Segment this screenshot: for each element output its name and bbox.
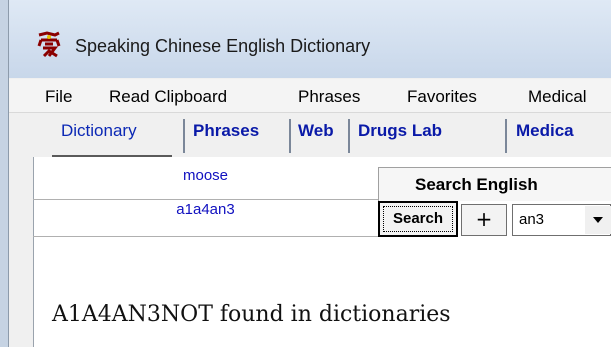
window-title: Speaking Chinese English Dictionary (75, 36, 371, 56)
tab-dictionary-label: Dictionary (61, 121, 137, 140)
search-english-button[interactable]: Search English (378, 167, 611, 201)
menu-medical[interactable]: Medical (528, 87, 587, 107)
tab-drugs-lab-label: Drugs Lab (358, 121, 443, 140)
tone-select-value: an3 (519, 211, 545, 228)
divider (33, 199, 378, 200)
menu-favorites[interactable]: Favorites (407, 87, 477, 107)
menu-file[interactable]: File (45, 87, 72, 107)
search-english-label: Search English (415, 175, 538, 194)
pinyin-input[interactable]: a1a4an3 (33, 201, 378, 231)
plus-icon: + (475, 207, 493, 231)
menu-phrases[interactable]: Phrases (298, 87, 360, 107)
add-tone-button[interactable]: + (461, 204, 507, 236)
tab-drugs-lab[interactable]: Drugs Lab (358, 121, 442, 151)
tab-web-label: Web (298, 121, 334, 140)
love-character-icon (37, 31, 61, 58)
word-input-value: moose (182, 167, 229, 184)
search-button[interactable]: Search (378, 201, 458, 237)
result-message: A1A4AN3NOT found in dictionaries (52, 302, 451, 327)
tab-separator (348, 119, 350, 153)
tab-medica-label: Medica (516, 121, 574, 140)
menu-read-clipboard[interactable]: Read Clipboard (109, 87, 227, 107)
tone-select[interactable]: an3 (512, 204, 611, 236)
focus-rectangle (383, 206, 453, 232)
menu-bar: File Read Clipboard Phrases Favorites Me… (9, 79, 611, 113)
dropdown-button[interactable] (585, 206, 611, 234)
divider (33, 236, 378, 237)
tab-separator (183, 119, 185, 153)
tab-phrases[interactable]: Phrases (193, 121, 259, 151)
tab-bar: Dictionary Phrases Web Drugs Lab Medica (9, 113, 611, 157)
tab-dictionary[interactable]: Dictionary (61, 121, 137, 151)
tab-medica[interactable]: Medica (516, 121, 574, 151)
title-bar[interactable]: Speaking Chinese English Dictionary (9, 0, 611, 78)
word-input[interactable]: moose (33, 167, 378, 197)
chevron-down-icon (593, 217, 603, 223)
tab-separator (505, 119, 507, 153)
tab-web[interactable]: Web (298, 121, 334, 151)
tab-phrases-label: Phrases (193, 121, 260, 140)
tab-separator (289, 119, 291, 153)
pinyin-input-value: a1a4an3 (176, 201, 235, 218)
